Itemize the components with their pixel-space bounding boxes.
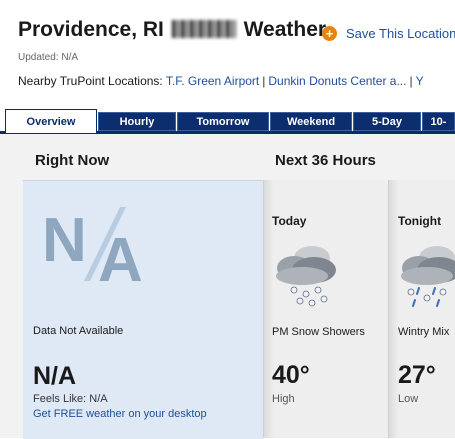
period-name-today: Today <box>272 214 307 228</box>
period-temp-tonight: 27° <box>398 361 436 389</box>
right-now-temp: N/A <box>33 362 77 390</box>
right-now-condition: Data Not Available <box>33 325 124 337</box>
period-temp-label-tonight: Low <box>398 393 419 405</box>
plus-icon: + <box>322 26 337 41</box>
nearby-link-more[interactable]: Y <box>416 74 424 88</box>
tab-10-day[interactable]: 10- <box>422 112 455 131</box>
save-location-label: Save This Location <box>346 26 455 41</box>
wintry-mix-icon <box>401 246 455 307</box>
not-available-icon: N A <box>42 206 143 285</box>
nearby-link-tf-green[interactable]: T.F. Green Airport <box>166 74 259 88</box>
tab-overview[interactable]: Overview <box>5 109 97 133</box>
tab-weekend[interactable]: Weekend <box>270 112 352 131</box>
period-condition-tonight: Wintry Mix <box>398 326 450 338</box>
updated-timestamp: Updated: N/A <box>18 52 79 63</box>
page-title-suffix: Weather <box>243 18 327 41</box>
period-temp-today: 40° <box>272 361 310 389</box>
na-icon-n: N <box>42 206 87 275</box>
next-36-hours-heading: Next 36 Hours <box>275 152 376 169</box>
zip-code-redacted <box>171 20 236 38</box>
right-now-heading: Right Now <box>35 152 110 169</box>
period-condition-today: PM Snow Showers <box>272 326 365 338</box>
nearby-label: Nearby TruPoint Locations: <box>18 74 163 88</box>
feels-like: Feels Like: N/A <box>33 393 108 405</box>
tab-tomorrow[interactable]: Tomorrow <box>177 112 269 131</box>
tab-5-day[interactable]: 5-Day <box>353 112 421 131</box>
na-icon-a: A <box>98 226 143 285</box>
tab-hourly[interactable]: Hourly <box>98 112 176 131</box>
desktop-weather-link[interactable]: Get FREE weather on your desktop <box>33 408 207 420</box>
snow-showers-icon <box>276 246 336 307</box>
nearby-link-dunkin[interactable]: Dunkin Donuts Center a... <box>268 74 406 88</box>
save-location-button[interactable]: + Save This Location <box>322 26 455 41</box>
page-title-city: Providence, RI <box>18 18 164 41</box>
period-name-tonight: Tonight <box>398 214 442 228</box>
period-temp-label-today: High <box>272 393 295 405</box>
nearby-locations: Nearby TruPoint Locations: T.F. Green Ai… <box>18 74 424 88</box>
page-title: Providence, RI Weather <box>18 18 326 42</box>
